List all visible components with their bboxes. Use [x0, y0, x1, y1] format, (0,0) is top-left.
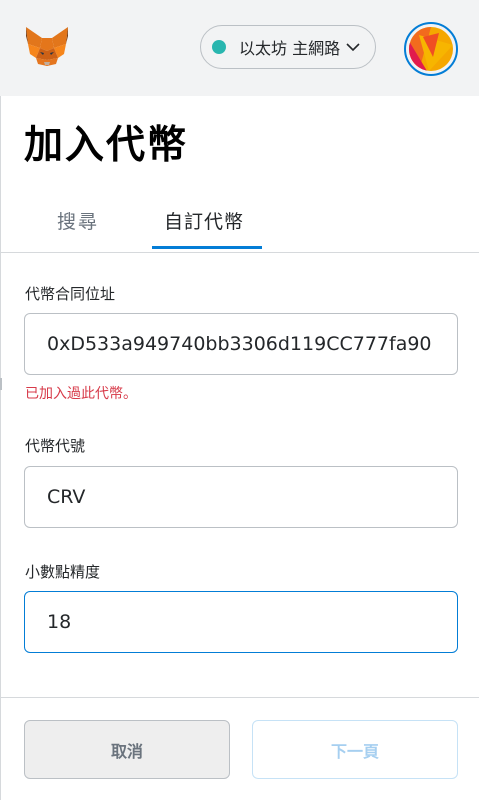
network-label: 以太坊 主網路 [239, 39, 341, 58]
account-avatar-icon [409, 27, 453, 71]
token-symbol-input[interactable] [24, 466, 458, 528]
app-header: 以太坊 主網路 [0, 0, 479, 96]
network-status-dot [212, 40, 226, 54]
add-token-screen: 以太坊 主網路 加入代幣 搜尋 自訂代幣 代幣合同位址 0xD533a94974… [0, 0, 479, 800]
token-address-error: 已加入過此代幣。 [25, 386, 137, 402]
tab-bar: 搜尋 自訂代幣 [0, 196, 479, 253]
cancel-button[interactable]: 取消 [24, 720, 230, 779]
token-decimals-label: 小數點精度 [25, 563, 101, 581]
token-symbol-label: 代幣代號 [25, 437, 86, 455]
network-selector[interactable]: 以太坊 主網路 [200, 25, 376, 69]
tab-search[interactable]: 搜尋 [57, 208, 99, 236]
panel-edge-mark [0, 378, 2, 390]
account-menu-button[interactable] [404, 22, 458, 76]
page-title: 加入代幣 [24, 123, 189, 168]
active-tab-indicator [152, 246, 262, 249]
token-address-input[interactable] [24, 313, 458, 375]
token-address-label: 代幣合同位址 [25, 285, 116, 303]
metamask-fox-icon[interactable] [24, 24, 70, 70]
next-button[interactable]: 下一頁 [252, 720, 458, 779]
chevron-down-icon [346, 43, 360, 52]
tab-custom-token[interactable]: 自訂代幣 [164, 208, 244, 236]
footer-divider [0, 697, 479, 698]
token-decimals-input[interactable] [24, 591, 458, 653]
